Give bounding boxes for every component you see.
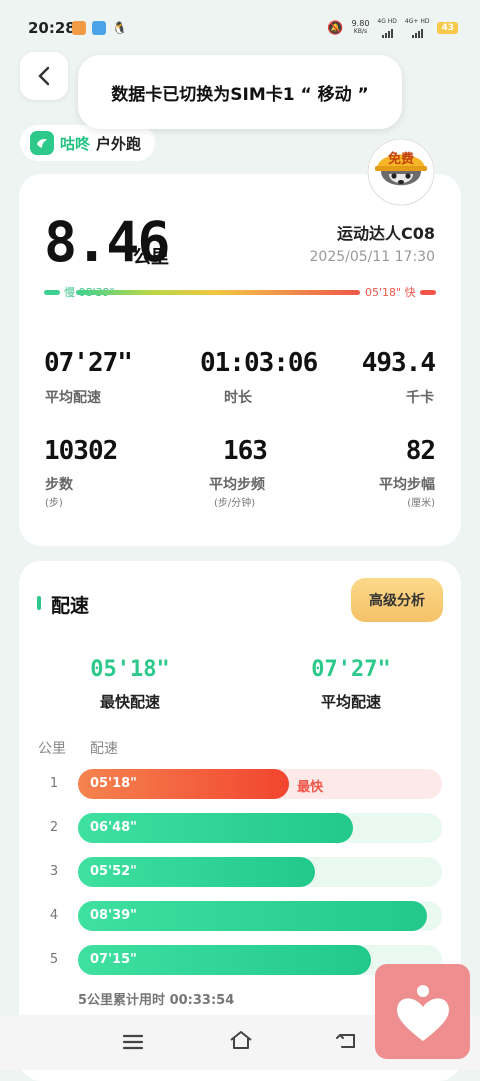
net-unit: KB/s	[353, 28, 368, 35]
pace-bar-label: 06'48"	[90, 820, 137, 835]
avg-pace-label: 平均配速	[320, 693, 381, 711]
signal-icon	[411, 26, 423, 38]
total-time-summary: 5公里累计用时 00:33:54	[78, 993, 235, 1008]
stat-cadence-unit: (步/分钟)	[214, 498, 256, 509]
menu-icon[interactable]	[122, 1033, 144, 1051]
status-right: 🔕 9.80 KB/s 4G HD 4G+ HD 43	[327, 18, 458, 38]
fastest-tag: 最快	[297, 780, 324, 795]
avatar-badge: 免费	[388, 152, 415, 167]
signal-label-1: 4G HD	[377, 18, 397, 25]
distance-unit: 公里	[133, 247, 169, 268]
home-icon[interactable]	[228, 1029, 254, 1051]
fastest-pace-label: 最快配速	[99, 693, 160, 711]
stat-cadence-label: 平均步频	[209, 477, 265, 493]
return-icon[interactable]	[335, 1031, 359, 1051]
pace-legend-fast: 05'18" 快	[365, 286, 416, 299]
net-speed: 9.80	[351, 19, 370, 28]
row-km-index: 1	[49, 776, 59, 791]
stat-duration-label: 时长	[224, 390, 252, 406]
column-header-km: 公里	[38, 741, 66, 757]
run-datetime: 2025/05/11 17:30	[309, 249, 436, 265]
stat-stride-value: 82	[405, 436, 436, 466]
stat-kcal-value: 493.4	[361, 348, 436, 378]
row-km-index: 2	[49, 820, 59, 835]
stat-stride-label: 平均步幅	[379, 477, 435, 493]
row-km-index: 3	[49, 864, 59, 879]
back-icon	[38, 66, 50, 86]
penguin-icon: 🐧	[112, 21, 127, 35]
signal-icon	[381, 26, 393, 38]
row-km-index: 5	[49, 952, 59, 967]
pace-gradient-bar	[76, 290, 360, 295]
sim-switch-toast: 数据卡已切换为SIM卡1 “ 移动 ”	[78, 55, 402, 129]
section-marker	[37, 596, 41, 610]
status-time: 20:28	[28, 19, 76, 37]
app-badge-icon	[92, 21, 106, 35]
pace-legend-slow-dash	[44, 290, 60, 295]
stat-steps-unit: (步)	[45, 498, 63, 509]
brand-name: 咕咚	[60, 134, 91, 153]
brand-chip: 咕咚 户外跑	[20, 125, 156, 161]
mute-icon: 🔕	[327, 20, 344, 36]
stat-steps-label: 步数	[45, 477, 73, 493]
pace-bar-label: 05'18"	[90, 776, 137, 791]
heart-app-icon	[396, 984, 449, 1041]
column-header-pace: 配速	[90, 741, 118, 757]
stat-steps-value: 10302	[44, 436, 118, 466]
signal-label-2: 4G+ HD	[404, 18, 430, 25]
advanced-analysis-button[interactable]: 高级分析	[351, 578, 443, 622]
pace-legend-fast-dash	[420, 290, 436, 295]
app-badge-icon	[72, 21, 86, 35]
battery-indicator: 43	[437, 22, 458, 34]
pace-bar-label: 05'52"	[90, 864, 137, 879]
pace-bar-label: 07'15"	[90, 952, 137, 967]
stat-avg-pace-label: 平均配速	[45, 390, 101, 406]
stat-avg-pace-value: 07'27"	[44, 348, 133, 378]
stat-duration-value: 01:03:06	[200, 348, 318, 378]
status-app-icons: 🐧	[72, 21, 127, 35]
brand-logo-icon	[30, 131, 54, 155]
user-name: 运动达人C08	[336, 224, 435, 243]
brand-subtitle: 户外跑	[96, 134, 142, 153]
stat-stride-unit: (厘米)	[407, 498, 435, 509]
back-button[interactable]	[20, 52, 68, 100]
row-km-index: 4	[49, 908, 59, 923]
stat-cadence-value: 163	[223, 436, 268, 466]
avatar[interactable]: 免费	[367, 138, 435, 206]
stat-kcal-label: 千卡	[406, 390, 434, 406]
fastest-pace-value: 05'18"	[90, 657, 170, 682]
pace-bar-label: 08'39"	[90, 908, 137, 923]
floating-heart-button[interactable]	[375, 964, 470, 1059]
pace-section-title: 配速	[51, 595, 90, 617]
avg-pace-value: 07'27"	[311, 657, 391, 682]
